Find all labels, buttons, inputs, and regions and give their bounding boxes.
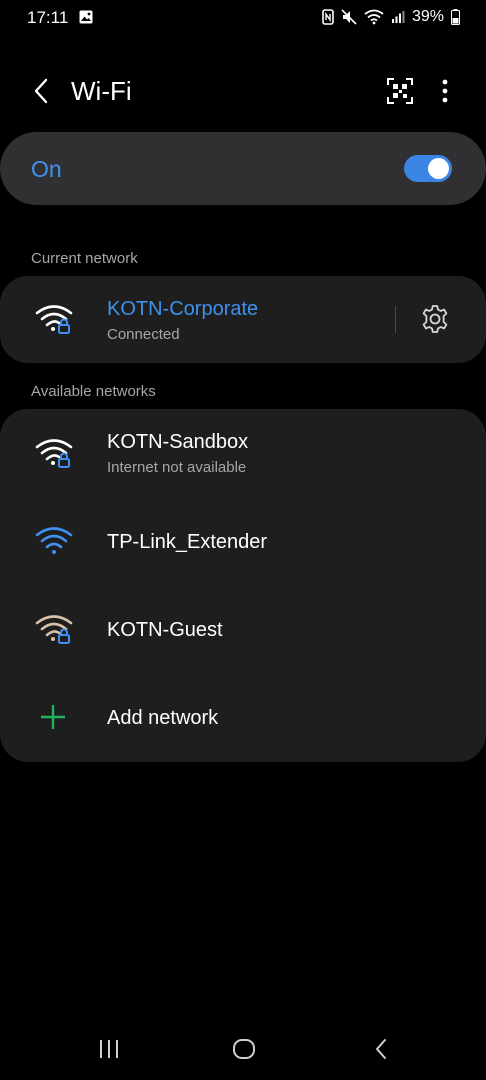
back-button[interactable] xyxy=(24,74,58,108)
status-time: 17:11 xyxy=(27,8,69,27)
gear-icon xyxy=(422,305,448,333)
network-name: TP-Link_Extender xyxy=(107,531,268,553)
battery-percent: 39% xyxy=(411,8,444,25)
wifi-icon xyxy=(35,527,73,554)
cell-signal-icon xyxy=(391,11,405,23)
wifi-toggle-label: On xyxy=(31,156,62,182)
battery-icon xyxy=(451,9,460,25)
add-network-button[interactable]: Add network xyxy=(0,673,486,761)
network-item-kotn-guest[interactable]: KOTN-Guest xyxy=(0,585,486,673)
page-title: Wi-Fi xyxy=(71,76,132,106)
app-bar: Wi-Fi xyxy=(0,62,486,122)
network-item-tp-link-extender[interactable]: TP-Link_Extender xyxy=(0,497,486,585)
recents-icon xyxy=(100,1040,118,1058)
wifi-lock-icon xyxy=(35,615,73,644)
network-name: KOTN-Guest xyxy=(107,619,223,641)
more-vertical-icon xyxy=(442,79,448,103)
gallery-icon xyxy=(79,10,93,24)
network-name: KOTN-Sandbox xyxy=(107,431,249,453)
system-back-button[interactable] xyxy=(361,1034,401,1064)
network-settings-button[interactable] xyxy=(418,302,452,336)
status-bar: 17:11 39% xyxy=(0,0,486,36)
navigation-bar xyxy=(0,1020,486,1080)
mute-icon xyxy=(341,9,357,25)
network-status: Internet not available xyxy=(107,459,247,476)
back-arrow-icon xyxy=(34,78,48,104)
plus-icon xyxy=(41,705,65,729)
wifi-lock-icon xyxy=(35,305,73,334)
wifi-master-toggle[interactable]: On xyxy=(0,132,486,205)
more-options-button[interactable] xyxy=(428,74,462,108)
current-network-card[interactable]: KOTN-Corporate Connected xyxy=(0,276,486,363)
add-network-label: Add network xyxy=(107,707,219,729)
current-network-heading: Current network xyxy=(31,250,138,267)
recents-button[interactable] xyxy=(89,1034,129,1064)
wifi-switch[interactable] xyxy=(404,155,452,182)
back-icon xyxy=(376,1039,386,1059)
available-networks-card: KOTN-Sandbox Internet not available TP-L… xyxy=(0,409,486,762)
current-network-name: KOTN-Corporate xyxy=(107,298,259,320)
home-button[interactable] xyxy=(224,1034,264,1064)
current-network-status: Connected xyxy=(107,326,180,343)
qr-scan-button[interactable] xyxy=(383,74,417,108)
network-item-kotn-sandbox[interactable]: KOTN-Sandbox Internet not available xyxy=(0,409,486,497)
nfc-icon xyxy=(322,9,334,25)
available-networks-heading: Available networks xyxy=(31,383,156,400)
wifi-lock-icon xyxy=(35,439,73,468)
qr-scan-icon xyxy=(387,78,413,104)
home-icon xyxy=(233,1039,255,1059)
switch-knob xyxy=(428,158,449,179)
wifi-signal-icon xyxy=(364,9,384,25)
divider xyxy=(395,306,396,333)
status-icons: 39% xyxy=(322,8,460,26)
